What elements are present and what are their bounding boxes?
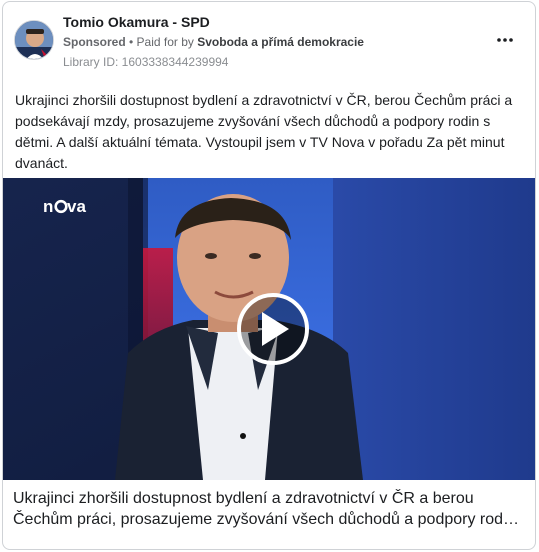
- video-player[interactable]: n va: [3, 178, 535, 480]
- video-caption[interactable]: Ukrajinci zhoršili dostupnost bydlení a …: [13, 488, 528, 530]
- play-icon: [237, 293, 309, 365]
- library-id: Library ID: 1603338344239994: [63, 55, 229, 69]
- avatar-image: [15, 21, 53, 59]
- video-thumbnail: n va: [3, 178, 535, 480]
- avatar[interactable]: [14, 20, 54, 60]
- sponsored-line: Sponsored • Paid for by Svoboda a přímá …: [63, 35, 364, 49]
- more-icon[interactable]: [495, 32, 515, 48]
- paid-for-prefix: Paid for by: [136, 35, 198, 49]
- payer-name[interactable]: Svoboda a přímá demokracie: [197, 35, 364, 49]
- sponsored-label: Sponsored: [63, 35, 126, 49]
- post-text: Ukrajinci zhoršili dostupnost bydlení a …: [15, 92, 513, 171]
- svg-text:n: n: [43, 197, 53, 216]
- meta-separator: •: [125, 35, 137, 49]
- svg-text:va: va: [67, 197, 86, 216]
- post-header: Tomio Okamura - SPD Sponsored • Paid for…: [3, 2, 535, 82]
- page-name[interactable]: Tomio Okamura - SPD: [63, 14, 210, 30]
- ad-card: Tomio Okamura - SPD Sponsored • Paid for…: [2, 1, 536, 550]
